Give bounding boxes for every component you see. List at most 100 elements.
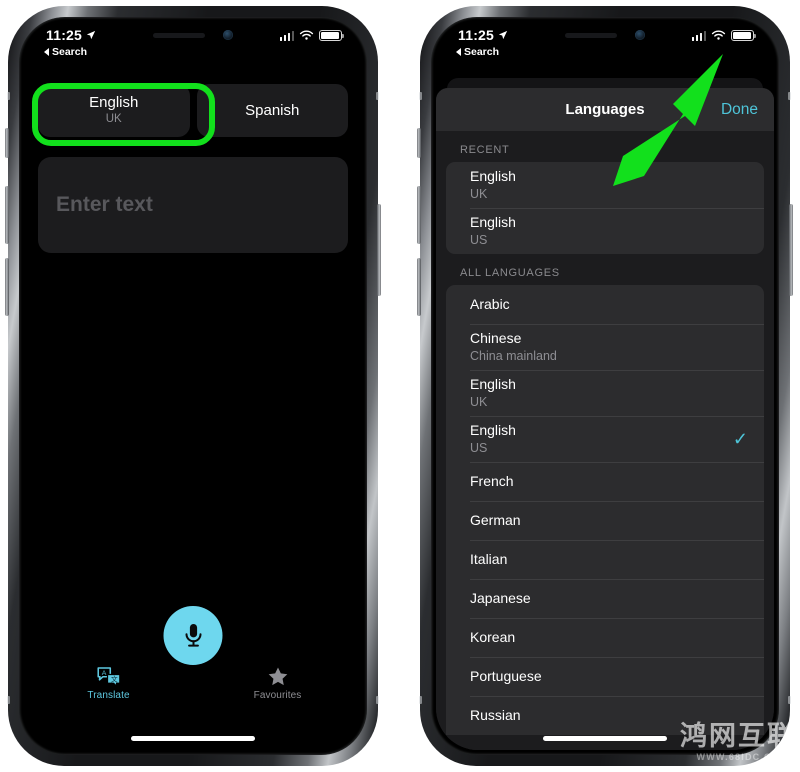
- bottom-tab-bar: A 文 Translate Favourites: [24, 664, 362, 720]
- left-phone-screen: 11:25 Search English UK Spanish Enter te…: [24, 22, 362, 750]
- antenna-seam: [376, 696, 379, 704]
- languages-list[interactable]: RECENT English UK English US ALL LANGUAG…: [436, 131, 774, 750]
- volume-up-button[interactable]: [5, 186, 9, 244]
- target-language-name: Spanish: [245, 101, 300, 119]
- list-item-title: English: [470, 376, 516, 393]
- done-button[interactable]: Done: [721, 101, 758, 119]
- mute-switch-button[interactable]: [417, 128, 421, 158]
- wifi-icon: [711, 30, 726, 40]
- checkmark-icon: ✓: [732, 429, 748, 449]
- volume-up-button[interactable]: [417, 186, 421, 244]
- home-indicator[interactable]: [543, 736, 667, 741]
- list-item-subtitle: China mainland: [470, 348, 557, 363]
- back-to-search-indicator[interactable]: Search: [456, 46, 499, 58]
- all-languages-group: Arabic Chinese China mainland English UK…: [446, 285, 764, 735]
- list-item-subtitle: UK: [470, 186, 488, 201]
- target-language-tab[interactable]: Spanish: [196, 84, 348, 137]
- svg-text:文: 文: [110, 675, 117, 684]
- tab-translate-label: Translate: [87, 690, 130, 701]
- list-item[interactable]: English UK: [446, 370, 764, 416]
- status-bar-indicators: [691, 30, 757, 41]
- list-item[interactable]: Portuguese: [446, 657, 764, 696]
- wifi-icon: [299, 30, 314, 40]
- list-item[interactable]: Korean: [446, 618, 764, 657]
- list-item-subtitle: US: [470, 440, 488, 455]
- translate-icon: A 文: [96, 667, 120, 687]
- status-bar-time: 11:25: [458, 27, 495, 43]
- volume-down-button[interactable]: [5, 258, 9, 316]
- page-title: Languages: [565, 101, 645, 118]
- antenna-seam: [788, 92, 791, 100]
- battery-icon: [319, 30, 345, 41]
- list-item[interactable]: English UK: [446, 162, 764, 208]
- list-item-texts: English US: [470, 422, 733, 456]
- list-item-title: French: [470, 472, 514, 489]
- list-item-title: Italian: [470, 550, 508, 567]
- translate-app: 11:25 Search English UK Spanish Enter te…: [24, 22, 362, 750]
- translate-text-input[interactable]: Enter text: [38, 157, 348, 253]
- list-item[interactable]: Chinese China mainland: [446, 324, 764, 370]
- status-bar-time: 11:25: [46, 27, 83, 43]
- power-button[interactable]: [789, 204, 793, 296]
- list-item-title: English: [470, 422, 516, 439]
- list-item[interactable]: Italian: [446, 540, 764, 579]
- tab-favourites[interactable]: Favourites: [233, 666, 323, 701]
- power-button[interactable]: [377, 204, 381, 296]
- list-item-subtitle: UK: [470, 394, 488, 409]
- front-camera-icon: [223, 30, 233, 40]
- earpiece-speaker-icon: [565, 32, 617, 38]
- antenna-seam: [7, 696, 10, 704]
- back-to-search-indicator[interactable]: Search: [44, 46, 87, 58]
- sheet-nav-bar: Languages Done: [436, 88, 774, 131]
- list-item-texts: Portuguese: [470, 668, 748, 686]
- source-language-name: English: [89, 94, 139, 112]
- notch: [524, 22, 686, 48]
- earpiece-speaker-icon: [153, 32, 205, 38]
- microphone-button[interactable]: [163, 606, 223, 665]
- list-item[interactable]: French: [446, 462, 764, 501]
- back-triangle-icon: [456, 48, 461, 56]
- volume-down-button[interactable]: [417, 258, 421, 316]
- list-item-texts: French: [470, 473, 748, 491]
- list-item-texts: English US: [470, 214, 748, 248]
- list-item-title: Arabic: [470, 295, 510, 312]
- list-item-selected[interactable]: English US ✓: [446, 416, 764, 462]
- left-phone-bezel: 11:25 Search English UK Spanish Enter te…: [19, 17, 367, 755]
- back-label: Search: [464, 46, 500, 58]
- antenna-seam: [376, 92, 379, 100]
- section-header-recent: RECENT: [460, 144, 510, 156]
- list-item-title: Chinese: [470, 330, 522, 347]
- location-arrow-icon: [86, 30, 96, 40]
- list-item-title: Korean: [470, 628, 516, 645]
- list-item[interactable]: German: [446, 501, 764, 540]
- list-item[interactable]: Arabic: [446, 285, 764, 324]
- list-item-title: German: [470, 511, 521, 528]
- list-item[interactable]: Japanese: [446, 579, 764, 618]
- mute-switch-button[interactable]: [5, 128, 9, 158]
- languages-screen: 11:25 Search Languages Done RECENT Engli…: [436, 22, 774, 750]
- list-item-title: English: [470, 168, 516, 185]
- source-language-tab[interactable]: English UK: [38, 84, 190, 137]
- microphone-icon: [185, 623, 201, 647]
- status-bar-indicators: [279, 30, 345, 41]
- back-label: Search: [52, 46, 88, 58]
- source-language-region: UK: [105, 112, 122, 125]
- list-item-texts: Korean: [470, 629, 748, 647]
- right-phone-bezel: 11:25 Search Languages Done RECENT Engli…: [431, 17, 779, 755]
- list-item-texts: Japanese: [470, 590, 748, 608]
- list-item-texts: Chinese China mainland: [470, 330, 748, 364]
- recent-group: English UK English US: [446, 162, 764, 254]
- list-item-title: Japanese: [470, 589, 531, 606]
- battery-icon: [731, 30, 757, 41]
- section-header-all-languages: ALL LANGUAGES: [460, 267, 560, 279]
- svg-text:A: A: [101, 670, 106, 677]
- home-indicator[interactable]: [131, 736, 255, 741]
- watermark: 鸿网互联 WWW.68IDC.CN: [680, 723, 796, 762]
- front-camera-icon: [635, 30, 645, 40]
- list-item-subtitle: US: [470, 232, 488, 247]
- signal-bars-icon: [691, 31, 706, 41]
- antenna-seam: [419, 696, 422, 704]
- tab-translate[interactable]: A 文 Translate: [64, 666, 154, 701]
- list-item[interactable]: English US: [446, 208, 764, 254]
- star-icon: [268, 667, 287, 686]
